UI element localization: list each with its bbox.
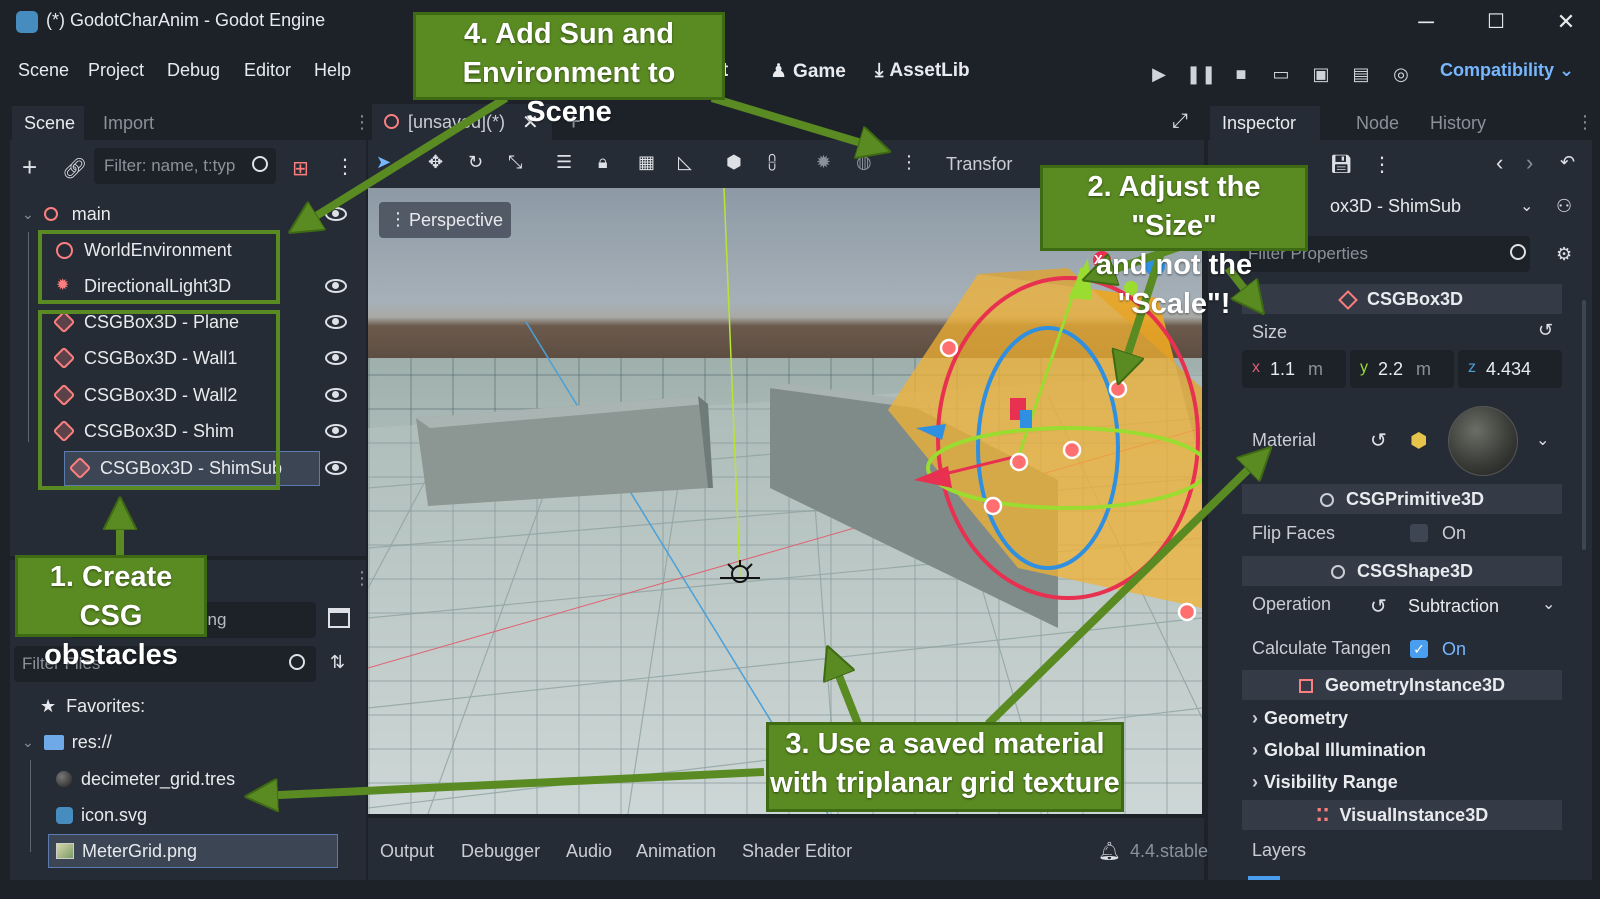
callout-1-line-1: 1. Create CSG [49, 561, 173, 633]
callout-adjust-size: 2. Adjust the "Size" and not the "Scale"… [1040, 165, 1308, 320]
callout-create-csg: 1. Create CSG obstacles [15, 555, 207, 671]
callout-saved-material: 3. Use a saved material with triplanar g… [766, 722, 1124, 812]
callout-3-line-2: with triplanar grid texture [770, 767, 1120, 800]
callout-4-line-2: Environment to Scene [462, 57, 676, 129]
callout-2-line-2: and not the "Scale"! [1095, 249, 1253, 321]
callout-3-line-1: 3. Use a saved material [785, 728, 1105, 760]
callout-2-line-1: 2. Adjust the "Size" [1087, 171, 1261, 243]
callout-1-line-2: obstacles [44, 639, 178, 672]
callout-sun-environment: 4. Add Sun and Environment to Scene [413, 12, 725, 128]
callout-4-line-1: 4. Add Sun and [464, 18, 674, 50]
